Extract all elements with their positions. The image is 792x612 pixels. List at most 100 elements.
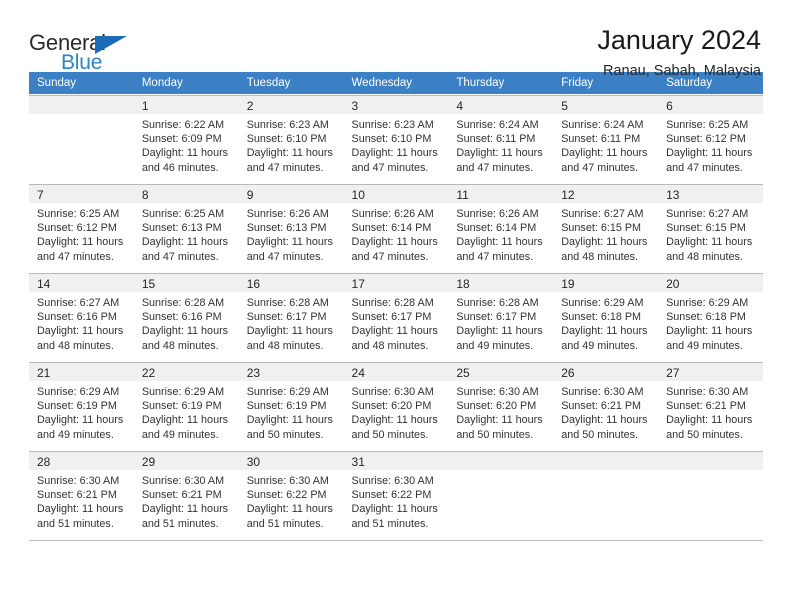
calendar-day-cell[interactable]: 13 Sunrise: 6:27 AM Sunset: 6:15 PM Dayligh…	[658, 183, 763, 273]
day-sunset-text: Sunset: 6:21 PM	[37, 489, 117, 502]
calendar-week-row: 1 Sunrise: 6:22 AM Sunset: 6:09 PM Daylight…	[29, 94, 763, 184]
day-daylight-text: and 47 minutes.	[246, 250, 324, 263]
day-details: Sunrise: 6:28 AM Sunset: 6:17 PM Daylight:…	[344, 292, 449, 353]
day-daylight-text: Daylight: 11 hours	[456, 325, 543, 338]
day-cell-inner: 31 Sunrise: 6:30 AM Sunset: 6:22 PM Dayligh…	[343, 451, 449, 540]
day-number: 8	[133, 184, 239, 203]
day-cell-inner: 6 Sunrise: 6:25 AM Sunset: 6:12 PM Daylight…	[658, 95, 763, 183]
calendar-day-cell[interactable]: 3 Sunrise: 6:23 AM Sunset: 6:10 PM Daylight…	[343, 94, 449, 184]
day-sunset-text: Sunset: 6:14 PM	[351, 222, 432, 235]
brand-logo[interactable]: General Blue	[29, 26, 139, 78]
calendar-day-cell[interactable]: 30 Sunrise: 6:30 AM Sunset: 6:22 PM Dayligh…	[238, 450, 344, 540]
day-number: 11	[448, 184, 554, 203]
calendar-day-cell[interactable]: 18 Sunrise: 6:28 AM Sunset: 6:17 PM Dayligh…	[448, 272, 554, 362]
calendar-day-cell[interactable]: 25 Sunrise: 6:30 AM Sunset: 6:20 PM Dayligh…	[448, 361, 554, 451]
calendar-day-cell[interactable]: 11 Sunrise: 6:26 AM Sunset: 6:14 PM Dayligh…	[448, 183, 554, 273]
calendar-day-cell[interactable]: 9 Sunrise: 6:26 AM Sunset: 6:13 PM Daylight…	[238, 183, 344, 273]
day-cell-inner	[29, 95, 134, 183]
calendar-day-cell[interactable]: 8 Sunrise: 6:25 AM Sunset: 6:13 PM Daylight…	[133, 183, 239, 273]
day-sunset-text: Sunset: 6:16 PM	[141, 311, 222, 324]
calendar-day-cell[interactable]: 19 Sunrise: 6:29 AM Sunset: 6:18 PM Dayligh…	[553, 272, 659, 362]
day-daylight-text: and 51 minutes.	[141, 517, 219, 530]
day-number: 7	[29, 184, 134, 203]
day-number: 14	[29, 273, 134, 292]
calendar-day-cell[interactable]: 31 Sunrise: 6:30 AM Sunset: 6:22 PM Dayligh…	[343, 450, 449, 540]
day-daylight-text: Daylight: 11 hours	[37, 414, 124, 427]
day-number: 19	[553, 273, 659, 292]
day-sunrise-text: Sunrise: 6:28 AM	[141, 297, 225, 309]
day-daylight-text: Daylight: 11 hours	[246, 325, 333, 338]
calendar-day-cell[interactable]: 22 Sunrise: 6:29 AM Sunset: 6:19 PM Dayligh…	[133, 361, 239, 451]
day-details: Sunrise: 6:30 AM Sunset: 6:20 PM Daylight:…	[448, 381, 553, 442]
day-daylight-text: Daylight: 11 hours	[351, 147, 438, 160]
calendar-day-cell[interactable]: 10 Sunrise: 6:26 AM Sunset: 6:14 PM Dayligh…	[343, 183, 449, 273]
day-daylight-text: and 46 minutes.	[141, 161, 219, 174]
calendar-day-cell[interactable]: 27 Sunrise: 6:30 AM Sunset: 6:21 PM Dayligh…	[658, 361, 763, 451]
calendar-day-cell[interactable]: 12 Sunrise: 6:27 AM Sunset: 6:15 PM Dayligh…	[553, 183, 659, 273]
calendar-page: General Blue January 2024 Ranau, Sabah, …	[0, 0, 792, 612]
day-cell-inner	[658, 451, 763, 540]
day-sunset-text: Sunset: 6:13 PM	[141, 222, 222, 235]
day-daylight-text: Daylight: 11 hours	[37, 503, 124, 516]
calendar-day-cell[interactable]: 20 Sunrise: 6:29 AM Sunset: 6:18 PM Dayligh…	[658, 272, 763, 362]
day-sunset-text: Sunset: 6:22 PM	[351, 489, 432, 502]
day-details: Sunrise: 6:24 AM Sunset: 6:11 PM Daylight:…	[448, 114, 553, 175]
grid-bottom-border	[29, 539, 763, 541]
calendar-day-cell[interactable]: 1 Sunrise: 6:22 AM Sunset: 6:09 PM Daylight…	[133, 94, 239, 184]
day-sunrise-text: Sunrise: 6:29 AM	[141, 386, 225, 398]
title-block: January 2024 Ranau, Sabah, Malaysia	[597, 26, 763, 80]
day-details: Sunrise: 6:30 AM Sunset: 6:21 PM Daylight:…	[134, 470, 239, 531]
calendar-day-cell[interactable]: 21 Sunrise: 6:29 AM Sunset: 6:19 PM Dayligh…	[29, 361, 134, 451]
day-daylight-text: and 47 minutes.	[666, 161, 743, 174]
day-cell-inner: 22 Sunrise: 6:29 AM Sunset: 6:19 PM Dayligh…	[133, 362, 239, 450]
calendar-day-cell[interactable]: 4 Sunrise: 6:24 AM Sunset: 6:11 PM Daylight…	[448, 94, 554, 184]
calendar-day-cell[interactable]: 7 Sunrise: 6:25 AM Sunset: 6:12 PM Daylight…	[29, 183, 134, 273]
day-daylight-text: and 47 minutes.	[141, 250, 219, 263]
calendar-day-cell[interactable]: 6 Sunrise: 6:25 AM Sunset: 6:12 PM Daylight…	[658, 94, 763, 184]
day-details: Sunrise: 6:26 AM Sunset: 6:13 PM Daylight:…	[239, 203, 344, 264]
day-cell-inner: 8 Sunrise: 6:25 AM Sunset: 6:13 PM Daylight…	[133, 184, 239, 272]
calendar-day-cell[interactable]: 15 Sunrise: 6:28 AM Sunset: 6:16 PM Dayligh…	[133, 272, 239, 362]
brand-name-blue: Blue	[61, 51, 103, 74]
day-daylight-text: Daylight: 11 hours	[666, 236, 753, 249]
day-sunset-text: Sunset: 6:12 PM	[37, 222, 117, 235]
day-daylight-text: and 48 minutes.	[561, 250, 639, 263]
day-daylight-text: Daylight: 11 hours	[351, 503, 438, 516]
day-daylight-text: and 50 minutes.	[351, 428, 429, 441]
day-number: 13	[658, 184, 763, 203]
day-details	[553, 470, 658, 474]
day-daylight-text: and 50 minutes.	[561, 428, 639, 441]
day-number	[553, 451, 659, 470]
day-sunset-text: Sunset: 6:19 PM	[246, 400, 327, 413]
day-cell-inner: 9 Sunrise: 6:26 AM Sunset: 6:13 PM Daylight…	[238, 184, 344, 272]
day-sunrise-text: Sunrise: 6:30 AM	[456, 386, 539, 398]
calendar-day-cell[interactable]: 17 Sunrise: 6:28 AM Sunset: 6:17 PM Dayligh…	[343, 272, 449, 362]
day-daylight-text: Daylight: 11 hours	[456, 147, 543, 160]
calendar-day-cell[interactable]: 16 Sunrise: 6:28 AM Sunset: 6:17 PM Dayligh…	[238, 272, 344, 362]
day-cell-inner: 25 Sunrise: 6:30 AM Sunset: 6:20 PM Dayligh…	[448, 362, 554, 450]
day-daylight-text: and 49 minutes.	[456, 339, 534, 352]
day-sunset-text: Sunset: 6:20 PM	[351, 400, 432, 413]
day-cell-inner: 15 Sunrise: 6:28 AM Sunset: 6:16 PM Dayligh…	[133, 273, 239, 361]
calendar-day-cell[interactable]: 14 Sunrise: 6:27 AM Sunset: 6:16 PM Dayligh…	[29, 272, 134, 362]
calendar-day-cell[interactable]: 26 Sunrise: 6:30 AM Sunset: 6:21 PM Dayligh…	[553, 361, 659, 451]
day-daylight-text: Daylight: 11 hours	[141, 236, 229, 249]
calendar-day-cell[interactable]: 29 Sunrise: 6:30 AM Sunset: 6:21 PM Dayligh…	[133, 450, 239, 540]
day-number: 26	[553, 362, 659, 381]
calendar-day-cell[interactable]: 2 Sunrise: 6:23 AM Sunset: 6:10 PM Daylight…	[238, 94, 344, 184]
day-daylight-text: and 51 minutes.	[37, 517, 114, 530]
day-daylight-text: and 49 minutes.	[141, 428, 219, 441]
day-cell-inner: 23 Sunrise: 6:29 AM Sunset: 6:19 PM Dayligh…	[238, 362, 344, 450]
day-number: 28	[29, 451, 134, 470]
calendar-day-cell[interactable]: 24 Sunrise: 6:30 AM Sunset: 6:20 PM Dayligh…	[343, 361, 449, 451]
day-sunrise-text: Sunrise: 6:30 AM	[246, 475, 329, 487]
day-daylight-text: and 50 minutes.	[246, 428, 324, 441]
day-sunrise-text: Sunrise: 6:25 AM	[141, 208, 225, 220]
calendar-day-cell[interactable]: 5 Sunrise: 6:24 AM Sunset: 6:11 PM Daylight…	[553, 94, 659, 184]
day-sunset-text: Sunset: 6:16 PM	[37, 311, 117, 324]
day-details: Sunrise: 6:28 AM Sunset: 6:17 PM Daylight:…	[448, 292, 553, 353]
day-daylight-text: Daylight: 11 hours	[456, 236, 543, 249]
calendar-day-cell[interactable]: 28 Sunrise: 6:30 AM Sunset: 6:21 PM Dayligh…	[29, 450, 134, 540]
calendar-day-cell[interactable]: 23 Sunrise: 6:29 AM Sunset: 6:19 PM Dayligh…	[238, 361, 344, 451]
day-details: Sunrise: 6:29 AM Sunset: 6:18 PM Daylight:…	[658, 292, 763, 353]
